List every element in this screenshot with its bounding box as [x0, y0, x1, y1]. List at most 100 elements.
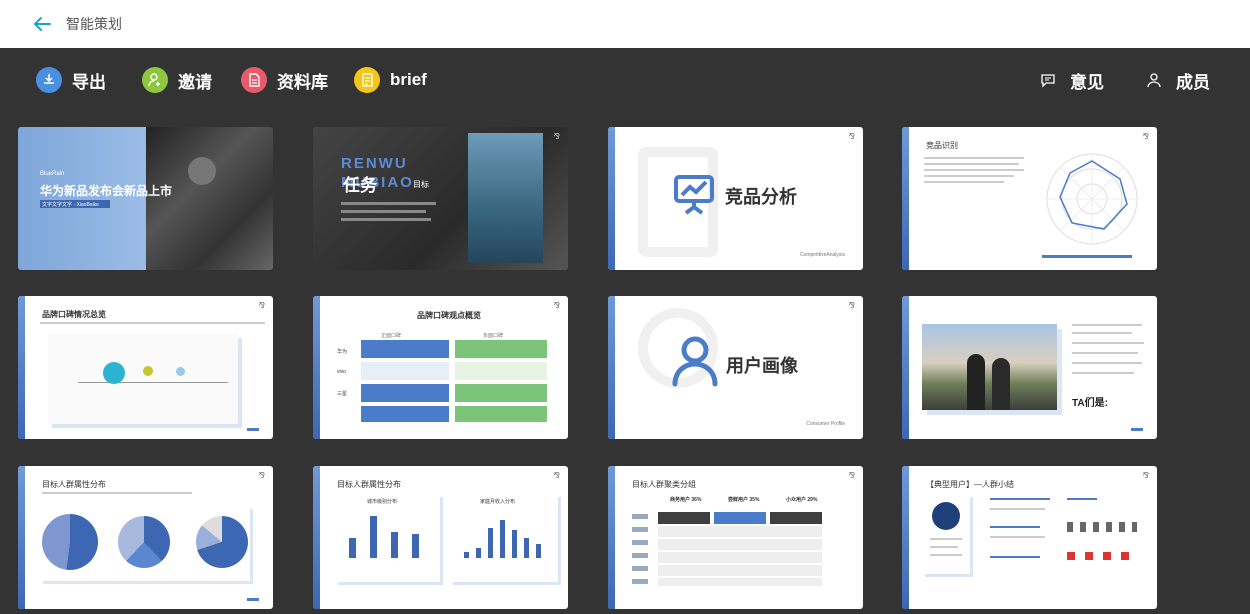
members-button[interactable]: 成员 [1146, 68, 1210, 92]
slide-accent-bar [902, 127, 909, 270]
slide-thumbnail-2[interactable]: ⅋ RENWU MUBIAO 任务 目标 [313, 127, 568, 270]
slide-thumbnail-9[interactable]: ⅋ 目标人群属性分布 [18, 466, 273, 609]
slide-group-label: 尝鲜用户 35% [728, 497, 760, 503]
slide-chart-bar [524, 538, 529, 558]
slide-title: 用户画像 [726, 356, 798, 376]
slide-thumbnail-6[interactable]: ⅋ 品牌口碑观点概览 正面口碑 负面口碑 华为 vivo 三星 [313, 296, 568, 439]
document-icon [241, 67, 267, 93]
slide-chart-bar [412, 534, 419, 558]
slide-table-header [714, 512, 766, 524]
invite-user-icon [142, 67, 168, 93]
slide-thumbnail-4[interactable]: ⅋ 竞品识别 [902, 127, 1157, 270]
pie-chart [118, 516, 170, 568]
slide-chart-bar [476, 548, 481, 558]
slide-icon-row [1067, 522, 1137, 532]
slide-text-line [341, 202, 436, 205]
slide-chart-bar [536, 544, 541, 558]
slide-thumbnail-11[interactable]: ⅋ 目标人群聚类分组 商务用户 36% 尝鲜用户 35% 小众用户 29% [608, 466, 863, 609]
slide-thumbnail-10[interactable]: ⅋ 目标人群属性分布 城市级别分布 家庭月收入分布 [313, 466, 568, 609]
slide-chart-bar [370, 516, 377, 558]
radar-chart-graphic [1046, 153, 1138, 245]
slide-logo: ⅋ [1142, 132, 1149, 141]
slide-title: 目标人群属性分布 [337, 480, 401, 489]
toolbar: 导出 邀请 资料库 brief 意见 成员 [0, 48, 1250, 112]
slide-logo: ⅋ [553, 301, 560, 310]
export-icon [36, 67, 62, 93]
slide-thumbnail-12[interactable]: ⅋ 【典型用户】—人群小结 [902, 466, 1157, 609]
slide-chart-bar [512, 530, 517, 558]
slide-subtitle: 文字文字文字 · XiaoBaike [42, 202, 99, 208]
slide-text-line [924, 175, 1014, 177]
slide-text-line [990, 498, 1050, 500]
slide-text-line [341, 218, 431, 221]
slide-text-line [930, 546, 958, 548]
slide-title-cn-2: 目标 [413, 180, 429, 189]
slide-text-line [990, 526, 1040, 528]
slide-text-line [42, 492, 192, 494]
pie-chart [42, 514, 98, 570]
brief-button[interactable]: brief [354, 66, 427, 94]
slide-chart-bubble [103, 362, 125, 384]
avatar [932, 502, 960, 530]
slide-neg-box [455, 362, 547, 380]
chart-icon [674, 175, 714, 215]
slide-logo: ⅋ [848, 471, 855, 480]
slide-pos-label: 正面口碑 [381, 333, 402, 339]
back-arrow-icon[interactable] [30, 12, 54, 36]
slide-logo: ⅋ [258, 471, 265, 480]
slide-title-en: RENWU [341, 155, 408, 172]
slide-chart-title: 家庭月收入分布 [480, 499, 516, 505]
slide-text-line [924, 157, 1024, 159]
slide-logo: ⅋ [1142, 471, 1149, 480]
brief-label: brief [390, 70, 427, 89]
top-bar: 智能策划 [0, 0, 1250, 48]
slide-photo [922, 324, 1057, 410]
slide-photo-cup [188, 157, 216, 185]
slide-accent-bar [608, 296, 615, 439]
slide-title: 竞品分析 [725, 187, 797, 207]
feedback-button[interactable]: 意见 [1040, 68, 1104, 92]
slide-text-line [930, 538, 962, 540]
slide-photo [468, 133, 543, 263]
slide-text-line [1067, 498, 1097, 500]
slide-thumbnail-5[interactable]: ⅋ 品牌口碑情况总览 [18, 296, 273, 439]
slide-thumbnail-8[interactable]: TA们是: [902, 296, 1157, 439]
slide-pos-box [361, 340, 449, 358]
slide-accent-bar [608, 127, 615, 270]
slide-text-line [341, 210, 426, 213]
slide-accent-bar [902, 296, 909, 439]
slide-chart-panel [40, 506, 250, 581]
slide-chart-bar [464, 552, 469, 558]
slide-text-line [924, 169, 1024, 171]
slide-thumbnail-1[interactable]: BlueRain 华为新品发布会新品上市 文字文字文字 · XiaoBaike [18, 127, 273, 270]
slide-text-line [1072, 324, 1142, 326]
library-label: 资料库 [277, 72, 328, 92]
slide-table-header [658, 512, 710, 524]
slide-chart-panel: 家庭月收入分布 [450, 494, 558, 582]
slide-footer: Consumer Profile [806, 421, 845, 427]
slide-footer-line [1042, 255, 1132, 258]
slide-group-label: 小众用户 29% [786, 497, 818, 503]
slide-photo-person [992, 358, 1010, 410]
slide-title-cn: 任务 [343, 176, 377, 195]
slide-profile-card [922, 494, 970, 574]
slide-pos-box [361, 362, 449, 380]
slide-table-body [658, 526, 822, 586]
invite-button[interactable]: 邀请 [142, 66, 212, 94]
slide-logo: ⅋ [848, 301, 855, 310]
slide-text-line [1072, 342, 1144, 344]
slide-table-header [770, 512, 822, 524]
slide-thumbnail-7[interactable]: ⅋ 用户画像 Consumer Profile [608, 296, 863, 439]
export-button[interactable]: 导出 [36, 66, 106, 94]
slide-chart-bar [349, 538, 356, 558]
slide-chart-axis [78, 382, 228, 383]
slide-thumbnail-3[interactable]: ⅋ 竞品分析 CompetitiveAnalysis [608, 127, 863, 270]
slide-brand-2: vivo [337, 369, 346, 375]
slide-icon-row [1067, 552, 1137, 560]
slide-pos-box [361, 406, 449, 422]
slide-chart-bar [391, 532, 398, 558]
export-label: 导出 [72, 72, 106, 92]
slide-page-marker [247, 428, 259, 431]
library-button[interactable]: 资料库 [241, 66, 328, 94]
slide-title: 华为新品发布会新品上市 [40, 184, 173, 198]
